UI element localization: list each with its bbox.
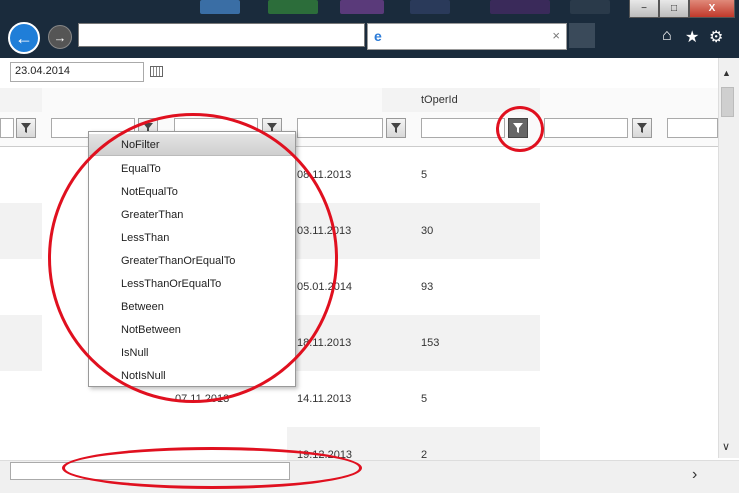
date-cell: 08.11.2013 [297, 169, 352, 181]
funnel-icon [513, 123, 523, 133]
date-cell: 18.11.2013 [297, 337, 352, 349]
taskbar-thumbnail [490, 0, 550, 14]
filter-option-greaterthanorequalto[interactable]: GreaterThanOrEqualTo [89, 250, 295, 272]
taskbar-thumbnail [200, 0, 240, 14]
new-tab-button[interactable] [569, 23, 595, 48]
funnel-icon [637, 123, 647, 133]
back-button[interactable]: ← [8, 22, 40, 54]
calendar-icon[interactable] [150, 66, 163, 77]
funnel-icon [391, 123, 401, 133]
vertical-scroll-thumb[interactable] [721, 87, 734, 117]
toperid-cell: 153 [421, 337, 440, 349]
browser-tab[interactable]: e × [367, 23, 567, 50]
vertical-scrollbar[interactable] [718, 58, 739, 458]
filter-button[interactable] [632, 118, 652, 138]
column-header[interactable] [540, 88, 718, 112]
horizontal-scroll-thumb[interactable] [10, 462, 290, 480]
favorites-icon[interactable]: ★ [685, 27, 699, 47]
filter-option-greaterthan[interactable]: GreaterThan [89, 204, 295, 226]
date-cell: 03.11.2013 [297, 225, 352, 237]
toperid-cell: 30 [421, 225, 434, 237]
date-cell: 07.11.2013 [175, 393, 230, 405]
filter-option-between[interactable]: Between [89, 296, 295, 318]
forward-button[interactable]: → [48, 25, 72, 49]
address-bar[interactable] [78, 23, 365, 47]
filter-input-toperid[interactable] [421, 118, 505, 138]
filter-option-notbetween[interactable]: NotBetween [89, 319, 295, 341]
filter-button[interactable] [16, 118, 36, 138]
tab-close-icon[interactable]: × [552, 28, 560, 43]
taskbar-thumbnail [268, 0, 318, 14]
date-input[interactable]: 23.04.2014 [10, 62, 144, 82]
table-row[interactable]: 19.12.2013 2 [0, 427, 718, 461]
home-icon[interactable]: ⌂ [662, 27, 672, 45]
funnel-icon [21, 123, 31, 133]
filter-dropdown-menu: NoFilter EqualTo NotEqualTo GreaterThan … [88, 131, 296, 387]
row-band [0, 315, 42, 371]
filter-input[interactable] [544, 118, 628, 138]
forward-arrow-icon: → [53, 29, 67, 45]
scroll-down-icon[interactable]: ∨ [722, 440, 730, 453]
filter-button-toperid[interactable] [508, 118, 528, 138]
maximize-button[interactable]: □ [659, 0, 689, 18]
date-cell: 14.11.2013 [297, 393, 352, 405]
filter-input[interactable] [297, 118, 383, 138]
filter-input[interactable] [0, 118, 14, 138]
scroll-up-icon[interactable]: ▲ [722, 68, 731, 78]
close-window-button[interactable]: X [689, 0, 735, 18]
filter-option-lessthan[interactable]: LessThan [89, 227, 295, 249]
filter-input[interactable] [667, 118, 718, 138]
column-header[interactable] [42, 88, 382, 112]
taskbar-thumbnail [570, 0, 610, 14]
browser-titlebar: − □ X ← → e × ⌂ ★ ⚙ [0, 0, 739, 58]
grid-header [0, 88, 718, 112]
scroll-right-icon[interactable]: › [692, 466, 697, 484]
filter-option-notequalto[interactable]: NotEqualTo [89, 181, 295, 203]
back-arrow-icon: ← [15, 27, 33, 48]
ie-logo-icon: e [374, 28, 382, 44]
row-band [0, 203, 42, 259]
column-header-toperid[interactable]: tOperId [421, 94, 458, 106]
filter-button[interactable] [386, 118, 406, 138]
taskbar-thumbnail [410, 0, 450, 14]
filter-option-nofilter[interactable]: NoFilter [89, 134, 295, 156]
filter-option-isnull[interactable]: IsNull [89, 342, 295, 364]
toperid-cell: 5 [421, 393, 428, 405]
date-cell: 05.01.2014 [297, 281, 353, 293]
taskbar-thumbnail [340, 0, 384, 14]
toperid-cell: 93 [421, 281, 434, 293]
toperid-cell: 5 [421, 169, 428, 181]
filter-option-lessthanorequalto[interactable]: LessThanOrEqualTo [89, 273, 295, 295]
minimize-button[interactable]: − [629, 0, 659, 18]
settings-icon[interactable]: ⚙ [709, 27, 723, 47]
window-controls: − □ X [629, 0, 735, 18]
filter-option-notisnull[interactable]: NotIsNull [89, 365, 295, 387]
filter-option-equalto[interactable]: EqualTo [89, 158, 295, 180]
